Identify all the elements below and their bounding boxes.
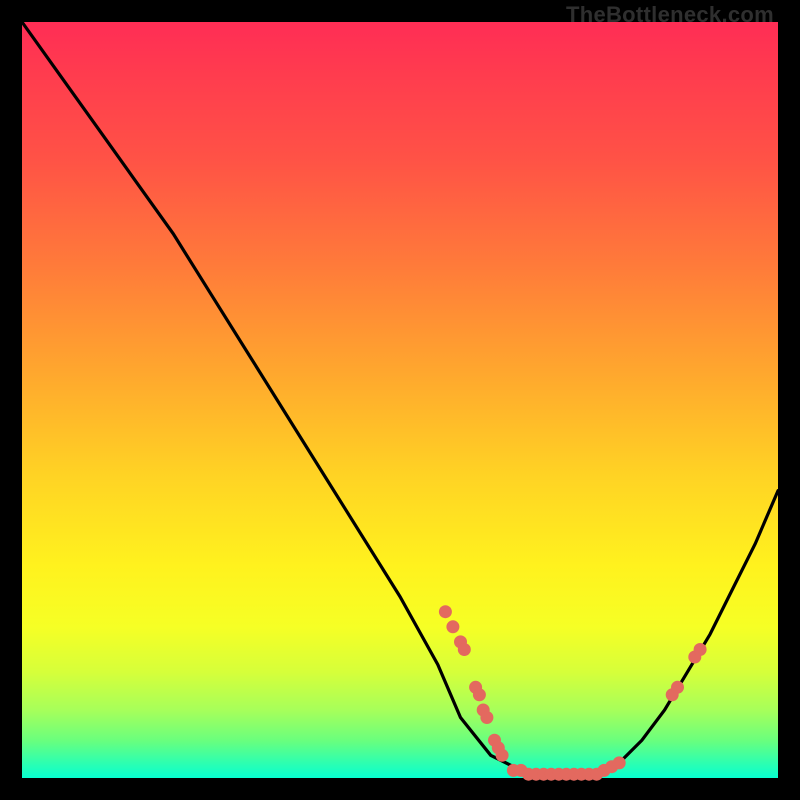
data-point [480, 711, 493, 724]
data-point [446, 620, 459, 633]
data-point [458, 643, 471, 656]
data-point [496, 749, 509, 762]
data-point [671, 681, 684, 694]
data-point [694, 643, 707, 656]
bottleneck-curve [22, 22, 778, 778]
chart-frame [22, 22, 778, 778]
chart-svg [22, 22, 778, 778]
data-point [439, 605, 452, 618]
data-point [473, 688, 486, 701]
data-point [613, 756, 626, 769]
marker-group [439, 605, 707, 781]
